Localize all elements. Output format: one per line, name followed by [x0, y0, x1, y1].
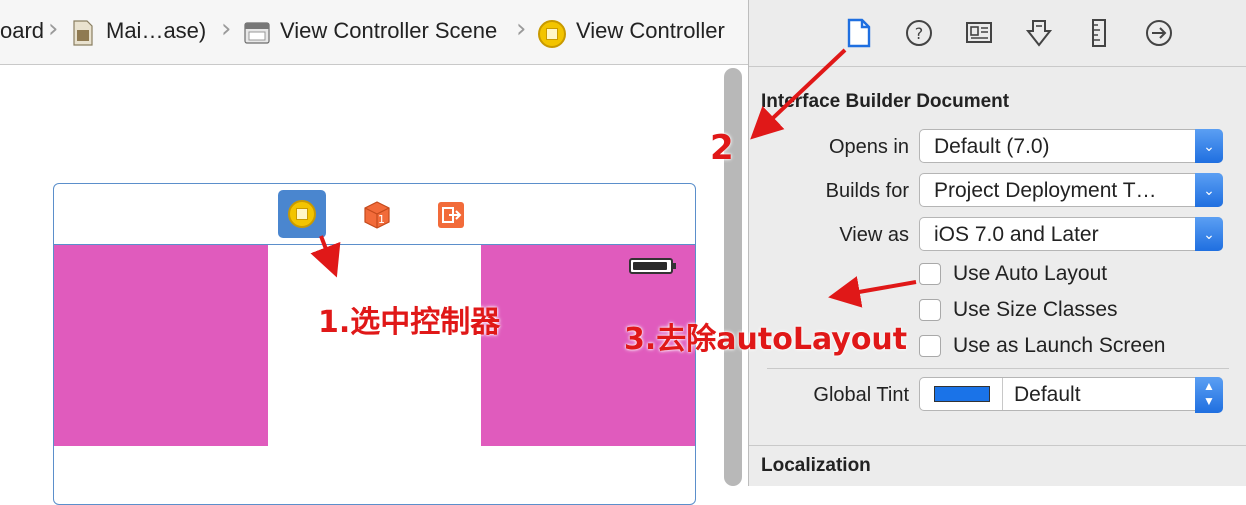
use-size-classes-label: Use Size Classes [953, 298, 1118, 321]
view-controller-icon [288, 200, 316, 228]
view-as-label: View as [839, 224, 909, 246]
attributes-inspector-tab-icon[interactable] [1025, 18, 1053, 48]
global-tint-popup[interactable]: Default ▲ ▼ [919, 377, 1223, 413]
builds-for-value: Project Deployment T… [934, 179, 1157, 202]
view-controller-dock-button[interactable] [278, 190, 326, 238]
jump-bar: oard › Mai…ase) › View Controller Scene … [0, 0, 748, 65]
use-launch-screen-label: Use as Launch Screen [953, 334, 1166, 357]
view-as-value: iOS 7.0 and Later [934, 223, 1099, 246]
use-size-classes-checkbox[interactable] [919, 299, 941, 321]
help-inspector-tab-icon[interactable]: ? [905, 18, 933, 48]
use-launch-screen-checkbox[interactable] [919, 335, 941, 357]
chevron-right-icon: › [516, 14, 527, 44]
utilities-inspector: ? Interface Builder Document Opens in De… [748, 0, 1246, 486]
annotation-step2: 2 [710, 128, 734, 168]
jumpbar-item-scene[interactable]: View Controller Scene [280, 18, 497, 44]
view-controller-icon [538, 20, 566, 48]
divider [767, 368, 1229, 369]
jumpbar-item-view-controller[interactable]: View Controller [576, 18, 725, 44]
divider [749, 445, 1246, 446]
builds-for-popup[interactable]: Project Deployment T… ⌄ [919, 173, 1223, 207]
first-responder-icon[interactable]: 1 [362, 200, 392, 230]
inspector-tab-bar: ? [749, 0, 1246, 67]
scene-clapboard-icon [244, 22, 270, 44]
tint-color-swatch [934, 386, 990, 402]
file-inspector-tab-icon[interactable] [845, 18, 873, 48]
svg-text:?: ? [915, 24, 924, 43]
jumpbar-item-main[interactable]: Mai…ase) [106, 18, 206, 44]
global-tint-value: Default [1014, 383, 1081, 406]
scene-dock: 1 [54, 184, 695, 245]
use-auto-layout-checkbox[interactable] [919, 263, 941, 285]
connections-inspector-tab-icon[interactable] [1145, 18, 1173, 48]
divider [1002, 378, 1003, 410]
view-as-popup[interactable]: iOS 7.0 and Later ⌄ [919, 217, 1223, 251]
opens-in-popup[interactable]: Default (7.0) ⌄ [919, 129, 1223, 163]
svg-text:1: 1 [378, 213, 385, 226]
chevron-right-icon: › [48, 14, 59, 44]
chevron-updown-icon: ▲ ▼ [1195, 377, 1223, 413]
global-tint-label: Global Tint [813, 384, 909, 406]
battery-icon [629, 258, 676, 274]
exit-icon[interactable] [437, 201, 465, 229]
size-inspector-tab-icon[interactable] [1085, 18, 1113, 48]
builds-for-label: Builds for [825, 180, 909, 202]
storyboard-canvas[interactable]: oard › Mai…ase) › View Controller Scene … [0, 0, 748, 505]
annotation-step1: 1.选中控制器 [318, 305, 501, 340]
identity-inspector-tab-icon[interactable] [965, 18, 993, 48]
chevron-down-icon: ⌄ [1195, 217, 1223, 251]
chevron-down-icon: ⌄ [1195, 129, 1223, 163]
use-auto-layout-label: Use Auto Layout [953, 262, 1108, 285]
left-pink-view[interactable] [54, 245, 268, 446]
jumpbar-item-storyboard[interactable]: oard [0, 18, 44, 44]
opens-in-label: Opens in [828, 136, 909, 158]
annotation-step3: 3.去除autoLayout [624, 322, 908, 357]
chevron-right-icon: › [221, 14, 232, 44]
view-controller-scene[interactable]: 1 [53, 183, 696, 505]
storyboard-file-icon [73, 20, 93, 46]
ib-document-section-title: Interface Builder Document [761, 91, 1010, 112]
opens-in-value: Default (7.0) [934, 135, 1050, 158]
chevron-down-icon: ⌄ [1195, 173, 1223, 207]
localization-section-title: Localization [761, 455, 871, 476]
